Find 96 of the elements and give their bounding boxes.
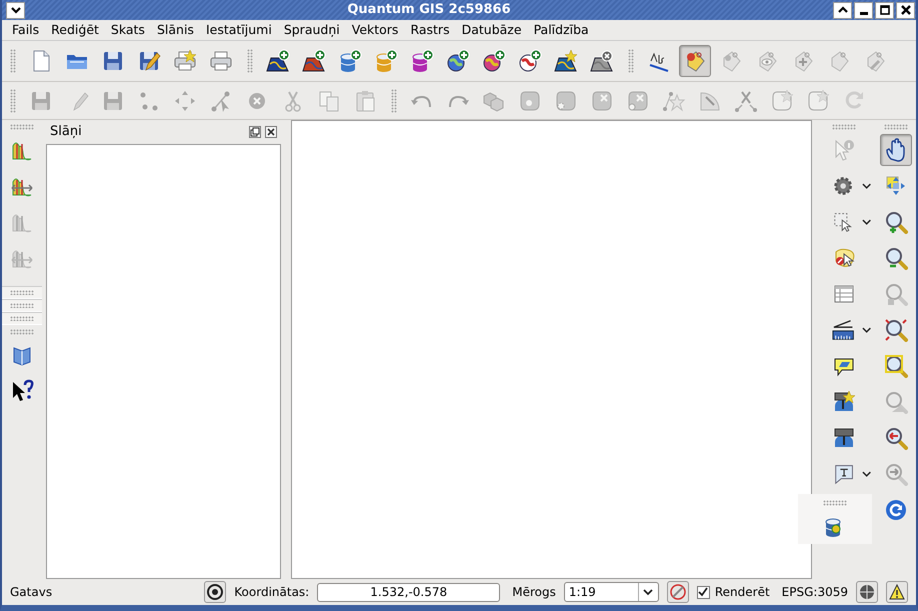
grip-handle[interactable] <box>10 124 34 130</box>
zoom-in-icon <box>884 210 908 234</box>
chevron-icon <box>10 5 22 15</box>
window-menu-button[interactable] <box>6 2 25 18</box>
toolbar-button[interactable] <box>204 581 226 603</box>
refresh-icon <box>884 498 908 522</box>
menu-item[interactable]: Vektors <box>346 20 404 40</box>
polygon-icon <box>518 88 542 112</box>
crs-label: EPSG:3059 <box>782 584 848 601</box>
menu-item[interactable]: Skats <box>104 20 151 40</box>
grip-handle[interactable] <box>10 49 16 73</box>
collapsed-toolbar[interactable] <box>2 312 42 325</box>
help-cursor-icon <box>10 379 34 403</box>
polygon-x-icon <box>626 88 650 112</box>
caret-icon <box>862 217 871 227</box>
globe-plus-icon <box>482 49 506 73</box>
menu-item[interactable]: Spraudņi <box>278 20 346 40</box>
globe-sign-icon <box>832 426 856 450</box>
coordinates-field[interactable]: 1.532,-0.578 <box>317 582 500 602</box>
toolbar-button[interactable] <box>886 581 908 603</box>
close-icon <box>266 127 276 137</box>
render-label: Renderēt <box>714 584 770 601</box>
map-layer-x-icon <box>590 49 614 73</box>
caret-icon <box>643 587 654 597</box>
polygon-icon <box>554 88 578 112</box>
close-button[interactable] <box>896 2 915 18</box>
collapsed-toolbar[interactable] <box>2 299 42 312</box>
magnifier-icon <box>884 354 908 378</box>
grip-handle[interactable] <box>10 329 34 335</box>
grip-handle[interactable] <box>391 88 397 112</box>
float-icon <box>250 127 260 137</box>
copy-icon <box>317 88 341 112</box>
grip-handle[interactable] <box>823 500 847 506</box>
menu-item[interactable]: Fails <box>6 20 46 40</box>
menu-item[interactable]: Datubāze <box>456 20 528 40</box>
text-bubble-icon <box>832 462 854 486</box>
check-icon <box>698 587 708 597</box>
globe-plus-icon <box>518 49 542 73</box>
globe-plus-icon <box>446 49 470 73</box>
database-plus-icon <box>410 49 434 73</box>
menu-item[interactable]: Palīdzība <box>528 20 595 40</box>
magnifier-icon <box>884 282 908 306</box>
panel-title: Slāņi <box>49 123 83 142</box>
printer-star-icon <box>173 49 197 73</box>
minimize-button[interactable] <box>854 2 873 18</box>
map-layer-plus-icon <box>302 49 326 73</box>
zoom-forward-icon <box>884 462 908 486</box>
scissors-nodes-icon <box>734 88 758 112</box>
zoom-full-icon <box>884 318 908 342</box>
grip-handle[interactable] <box>628 49 634 73</box>
menu-item[interactable]: Iestatījumi <box>200 20 278 40</box>
globe-sign-icon <box>832 390 856 414</box>
caret-icon <box>862 325 871 335</box>
gear-icon <box>832 174 854 198</box>
status-message: Gatavs <box>10 584 54 601</box>
scale-dropdown[interactable]: 1:19 <box>564 582 659 602</box>
ruler-icon <box>832 318 854 342</box>
polygon-x-icon <box>590 88 614 112</box>
move-arrows-icon <box>173 88 197 112</box>
caret-icon <box>862 469 871 479</box>
grip-handle[interactable] <box>247 49 253 73</box>
window-title: Quantum GIS 2c59866 <box>346 1 512 20</box>
select-box-icon <box>832 210 854 234</box>
magnifier-icon <box>884 390 908 414</box>
globe-target-icon <box>858 583 876 601</box>
database-plus-icon <box>374 49 398 73</box>
menu-item[interactable]: Slānis <box>150 20 200 40</box>
close-button[interactable] <box>265 126 277 138</box>
grip-handle[interactable] <box>884 124 908 130</box>
star-map-icon <box>554 49 578 73</box>
maximize-button[interactable] <box>875 2 894 18</box>
floppy-pencil-icon <box>137 49 161 73</box>
minimize-icon <box>860 12 868 14</box>
polygon-star-icon <box>770 88 794 112</box>
maximize-icon <box>878 4 890 16</box>
toolbar-button[interactable] <box>880 134 912 166</box>
menu-item[interactable]: Rastrs <box>404 20 456 40</box>
caret-icon <box>862 181 871 191</box>
map-layer-plus-icon <box>266 49 290 73</box>
polygon-star-icon <box>806 88 830 112</box>
grip-handle[interactable] <box>10 88 16 112</box>
zoom-out-icon <box>884 246 908 270</box>
grip-handle[interactable] <box>832 124 856 130</box>
database-plus-icon <box>338 49 362 73</box>
zoom-back-icon <box>884 426 908 450</box>
toolbar-button[interactable] <box>856 581 878 603</box>
warning-icon <box>888 583 906 601</box>
shade-button[interactable] <box>833 2 852 18</box>
render-checkbox[interactable] <box>696 586 710 598</box>
coordinates-label: Koordinātas: <box>234 584 310 601</box>
collapsed-toolbar[interactable] <box>2 286 42 299</box>
close-icon <box>900 4 912 16</box>
float-button[interactable] <box>249 126 261 138</box>
menu-item[interactable]: Rediģēt <box>45 20 105 40</box>
printer-icon <box>209 49 233 73</box>
scale-label: Mērogs <box>512 584 556 601</box>
